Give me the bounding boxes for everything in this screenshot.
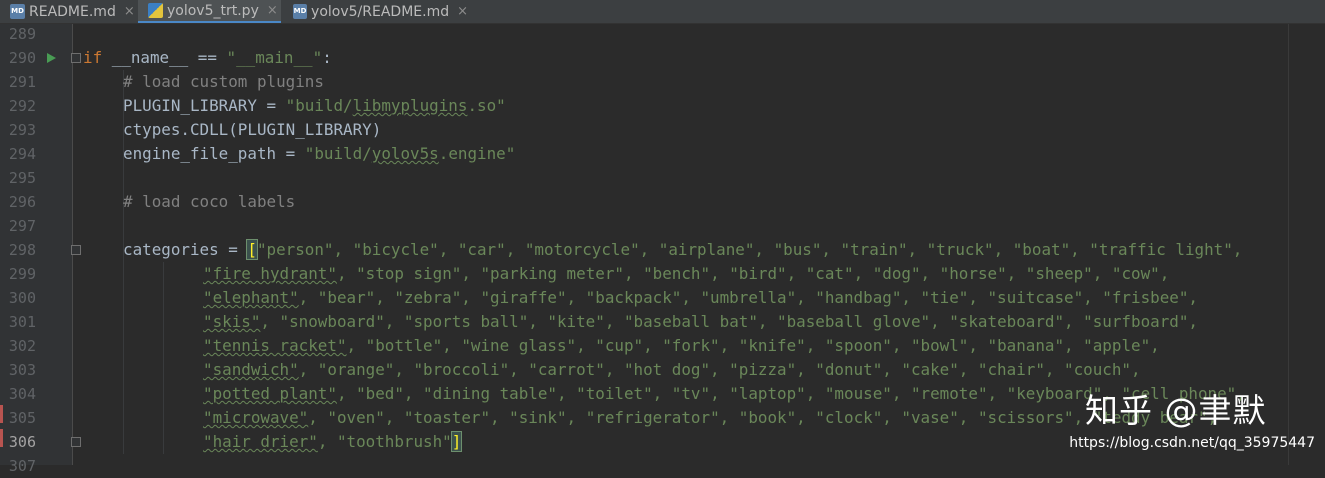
bracket-match: [ <box>246 239 258 260</box>
string-literal-typo: "skis" <box>203 312 261 331</box>
editor-tab-bar: MD README.md × yolov5_trt.py × MD yolov5… <box>0 0 1325 24</box>
line-number: 294 <box>8 145 36 163</box>
code-text: __name__ == <box>102 48 227 67</box>
line-number: 293 <box>8 121 36 139</box>
line-number: 295 <box>8 169 36 187</box>
string-literal: , "bottle", "wine glass", "cup", "fork",… <box>346 336 1160 355</box>
code-line-292[interactable]: PLUGIN_LIBRARY = "build/libmyplugins.so" <box>123 94 506 118</box>
line-number: 300 <box>8 289 36 307</box>
markdown-file-icon: MD <box>10 4 25 19</box>
code-line-300[interactable]: "elephant", "bear", "zebra", "giraffe", … <box>203 286 1198 310</box>
indent-guide <box>163 262 164 454</box>
string-literal-typo: "potted plant" <box>203 384 337 403</box>
tab-yolov5-trt[interactable]: yolov5_trt.py × <box>138 0 281 23</box>
keyword-if: if <box>83 48 103 67</box>
markdown-file-icon: MD <box>293 4 308 19</box>
code-text: categories = <box>123 240 248 259</box>
code-text: : <box>322 48 332 67</box>
fold-icon[interactable] <box>71 53 81 63</box>
code-line-296-comment[interactable]: # load coco labels <box>123 190 295 214</box>
line-number: 296 <box>8 193 36 211</box>
close-icon[interactable]: × <box>124 4 135 19</box>
string-literal: , "bear", "zebra", "giraffe", "backpack"… <box>298 288 1198 307</box>
code-line-293[interactable]: ctypes.CDLL(PLUGIN_LIBRARY) <box>123 118 381 142</box>
line-number: 301 <box>8 313 36 331</box>
line-number: 290 <box>8 49 36 67</box>
string-literal: "build/ <box>304 144 372 163</box>
right-margin-guide <box>1288 24 1289 465</box>
code-line-294[interactable]: engine_file_path = "build/yolov5s.engine… <box>123 142 515 166</box>
fold-icon[interactable] <box>71 245 81 255</box>
close-icon[interactable]: × <box>457 4 468 19</box>
code-line-303[interactable]: "sandwich", "orange", "broccoli", "carro… <box>203 358 1141 382</box>
line-number: 303 <box>8 361 36 379</box>
editor-right-margin <box>1283 24 1325 465</box>
fold-icon[interactable] <box>71 437 81 447</box>
code-line-298[interactable]: categories = ["person", "bicycle", "car"… <box>123 238 1242 262</box>
code-line-302[interactable]: "tennis racket", "bottle", "wine glass",… <box>203 334 1160 358</box>
line-number-current: 306 <box>8 433 36 451</box>
tab-label: README.md <box>29 3 116 20</box>
line-number: 299 <box>8 265 36 283</box>
string-literal: , "orange", "broccoli", "carrot", "hot d… <box>298 360 1141 379</box>
code-line-299[interactable]: "fire hydrant", "stop sign", "parking me… <box>203 262 1169 286</box>
string-literal-typo: "hair drier" <box>203 432 318 451</box>
code-line-301[interactable]: "skis", "snowboard", "sports ball", "kit… <box>203 310 1198 334</box>
string-literal: .so" <box>467 96 506 115</box>
line-number: 297 <box>8 217 36 235</box>
string-literal: "build/ <box>285 96 353 115</box>
code-line-306[interactable]: "hair drier", "toothbrush"] <box>203 430 463 454</box>
line-number: 291 <box>8 73 36 91</box>
string-literal-typo: "tennis racket" <box>203 336 347 355</box>
code-line-305[interactable]: "microwave", "oven", "toaster", "sink", … <box>203 406 1217 430</box>
watermark-text: 知乎 @聿默 <box>1085 391 1267 430</box>
tab-label: yolov5/README.md <box>311 3 450 20</box>
tab-yolov5-readme[interactable]: MD yolov5/README.md × <box>283 0 468 23</box>
string-literal: "__main__" <box>226 48 323 67</box>
line-number: 289 <box>8 25 36 43</box>
bracket-match: ] <box>450 431 463 452</box>
line-number: 304 <box>8 385 36 403</box>
line-number: 305 <box>8 409 36 427</box>
string-literal-typo: "fire hydrant" <box>203 264 337 283</box>
code-line-290[interactable]: if __name__ == "__main__": <box>83 46 332 70</box>
close-icon[interactable]: × <box>267 3 278 18</box>
code-text: PLUGIN_LIBRARY = <box>123 96 286 115</box>
line-number: 302 <box>8 337 36 355</box>
line-number: 292 <box>8 97 36 115</box>
string-literal: , "toothbrush" <box>317 432 452 451</box>
tab-label: yolov5_trt.py <box>167 2 259 19</box>
string-literal: , "stop sign", "parking meter", "bench",… <box>336 264 1170 283</box>
tab-readme[interactable]: MD README.md × <box>0 0 135 23</box>
string-literal-typo: libmyplugins <box>352 96 468 115</box>
watermark-url: https://blog.csdn.net/qq_35975447 <box>1069 435 1315 451</box>
string-literal: , "snowboard", "sports ball", "kite", "b… <box>260 312 1198 331</box>
string-literal-typo: yolov5s <box>371 144 439 163</box>
string-literal-typo: "elephant" <box>203 288 299 307</box>
code-line-291-comment[interactable]: # load custom plugins <box>123 70 324 94</box>
line-number: 307 <box>8 457 36 475</box>
string-literal: .engine" <box>438 144 516 163</box>
run-icon[interactable] <box>47 53 56 63</box>
python-file-icon <box>148 3 163 18</box>
code-text: engine_file_path = <box>123 144 305 163</box>
string-literal: , "oven", "toaster", "sink", "refrigerat… <box>308 408 1218 427</box>
string-literal: "person", "bicycle", "car", "motorcycle"… <box>256 240 1243 259</box>
string-literal-typo: "sandwich" <box>203 360 299 379</box>
string-literal-typo: "microwave" <box>203 408 309 427</box>
line-number: 298 <box>8 241 36 259</box>
